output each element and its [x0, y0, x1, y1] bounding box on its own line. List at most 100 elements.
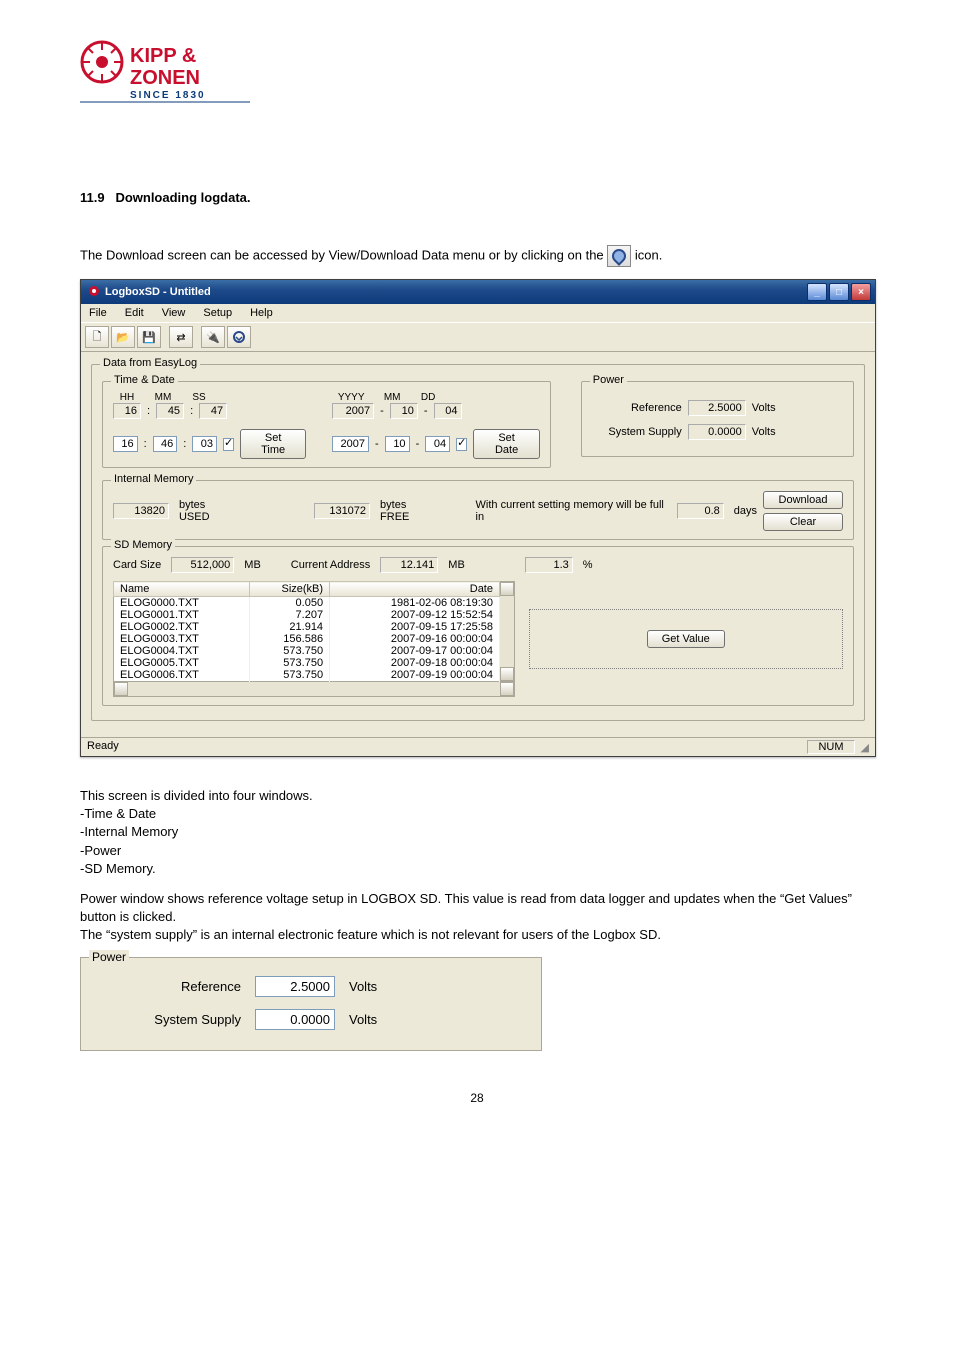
- bytes-used-value: 13820: [113, 503, 169, 519]
- mb-label-1: MB: [244, 559, 261, 571]
- intro-paragraph: The Download screen can be accessed by V…: [80, 245, 874, 267]
- label-hh: HH: [115, 392, 139, 403]
- hh-input[interactable]: 16: [113, 436, 138, 452]
- window-title: LogboxSD - Untitled: [105, 286, 211, 298]
- volts-label-2: Volts: [752, 426, 776, 438]
- file-table-hscroll[interactable]: [113, 682, 515, 697]
- date-sync-checkbox[interactable]: [456, 438, 467, 451]
- yyyy-input[interactable]: 2007: [332, 436, 369, 452]
- reference-value-2: 2.5000: [255, 976, 335, 997]
- menu-setup[interactable]: Setup: [199, 306, 236, 320]
- resize-grip-icon[interactable]: ◢: [861, 741, 869, 754]
- internal-memory-group: Internal Memory 13820 bytes USED 131072 …: [102, 480, 854, 540]
- logboxsd-window: LogboxSD - Untitled _ □ × File Edit View…: [80, 279, 876, 757]
- page-number: 28: [80, 1091, 874, 1105]
- bullet-power: -Power: [80, 842, 874, 860]
- scroll-up-icon[interactable]: [500, 582, 514, 596]
- table-row: ELOG0006.TXT573.7502007-09-19 00:00:04: [114, 669, 500, 682]
- save-icon[interactable]: 💾: [137, 326, 161, 348]
- minimize-button[interactable]: _: [807, 283, 827, 301]
- svg-text:SINCE 1830: SINCE 1830: [130, 90, 206, 101]
- data-from-easylog-group: Data from EasyLog Time & Date HH MM SS: [91, 364, 865, 721]
- get-value-button[interactable]: Get Value: [647, 630, 725, 648]
- section-heading: 11.9 Downloading logdata.: [80, 190, 874, 205]
- set-date-button[interactable]: Set Date: [473, 429, 539, 459]
- data-from-easylog-legend: Data from EasyLog: [100, 357, 200, 369]
- file-table-vscroll[interactable]: [500, 581, 515, 682]
- file-table[interactable]: Name Size(kB) Date ELOG0000.TXT0.0501981…: [113, 581, 500, 682]
- dd-readonly: 04: [434, 403, 462, 419]
- hh-readonly: 16: [113, 403, 141, 419]
- label-month: MM: [380, 392, 404, 403]
- days-value: 0.8: [677, 503, 723, 519]
- kipp-zonen-logo: KIPP & ZONEN SINCE 1830: [80, 40, 874, 110]
- section-title-text: Downloading logdata.: [115, 190, 250, 205]
- status-ready: Ready: [87, 740, 119, 754]
- section-number: 11.9: [80, 190, 105, 205]
- app-icon: [87, 284, 101, 301]
- menu-bar: File Edit View Setup Help: [81, 304, 875, 323]
- mon-input[interactable]: 10: [385, 436, 410, 452]
- menu-file[interactable]: File: [85, 306, 111, 320]
- current-address-value: 12.141: [380, 557, 438, 573]
- narrative-block: This screen is divided into four windows…: [80, 787, 874, 878]
- clear-button[interactable]: Clear: [763, 513, 843, 531]
- table-row: ELOG0002.TXT21.9142007-09-15 17:25:58: [114, 621, 500, 633]
- new-icon[interactable]: 🗋: [85, 326, 109, 348]
- menu-edit[interactable]: Edit: [121, 306, 148, 320]
- reference-label: Reference: [592, 402, 682, 414]
- mb-label-2: MB: [448, 559, 465, 571]
- connect-icon[interactable]: 🔌: [201, 326, 225, 348]
- table-row: ELOG0003.TXT156.5862007-09-16 00:00:04: [114, 633, 500, 645]
- col-date[interactable]: Date: [330, 582, 500, 597]
- svg-text:ZONEN: ZONEN: [130, 67, 200, 89]
- yyyy-readonly: 2007: [332, 403, 374, 419]
- dd-input[interactable]: 04: [425, 436, 450, 452]
- bullet-time-date: -Time & Date: [80, 805, 874, 823]
- reference-label-2: Reference: [131, 979, 241, 994]
- time-date-group: Time & Date HH MM SS 16 : 45 :: [102, 381, 551, 468]
- bytes-used-label: bytes USED: [179, 499, 237, 523]
- status-num: NUM: [807, 740, 854, 754]
- download-button[interactable]: Download: [763, 491, 843, 509]
- scroll-down-icon[interactable]: [500, 667, 514, 681]
- percent-value: 1.3: [525, 557, 573, 573]
- close-button[interactable]: ×: [851, 283, 871, 301]
- volts-label-4: Volts: [349, 1012, 377, 1027]
- time-sync-checkbox[interactable]: [223, 438, 234, 451]
- label-dd: DD: [416, 392, 440, 403]
- label-ss: SS: [187, 392, 211, 403]
- open-icon[interactable]: 📂: [111, 326, 135, 348]
- internal-memory-legend: Internal Memory: [111, 473, 196, 485]
- system-supply-value: 0.0000: [688, 424, 746, 440]
- bullet-internal-memory: -Internal Memory: [80, 823, 874, 841]
- maximize-button[interactable]: □: [829, 283, 849, 301]
- menu-help[interactable]: Help: [246, 306, 277, 320]
- volts-label-1: Volts: [752, 402, 776, 414]
- transfer-icon[interactable]: ⇄: [169, 326, 193, 348]
- ss-input[interactable]: 03: [192, 436, 217, 452]
- col-size[interactable]: Size(kB): [249, 582, 330, 597]
- col-name[interactable]: Name: [114, 582, 250, 597]
- mm-input[interactable]: 46: [153, 436, 178, 452]
- get-value-panel: Get Value: [529, 609, 844, 669]
- mm-readonly: 45: [156, 403, 184, 419]
- download-icon[interactable]: [227, 326, 251, 348]
- system-supply-label-2: System Supply: [131, 1012, 241, 1027]
- power-legend: Power: [590, 374, 627, 386]
- power-paragraph: Power window shows reference voltage set…: [80, 890, 874, 945]
- percent-label: %: [583, 559, 593, 571]
- volts-label-3: Volts: [349, 979, 377, 994]
- sd-memory-legend: SD Memory: [111, 539, 175, 551]
- menu-view[interactable]: View: [158, 306, 190, 320]
- bullet-sd-memory: -SD Memory.: [80, 860, 874, 878]
- toolbar: 🗋 📂 💾 ⇄ 🔌: [81, 323, 875, 352]
- label-mm: MM: [151, 392, 175, 403]
- narrative-line1: This screen is divided into four windows…: [80, 787, 874, 805]
- label-yyyy: YYYY: [334, 392, 368, 403]
- current-address-label: Current Address: [291, 559, 370, 571]
- status-bar: Ready NUM ◢: [81, 737, 875, 756]
- bytes-free-value: 131072: [314, 503, 370, 519]
- set-time-button[interactable]: Set Time: [240, 429, 306, 459]
- ss-readonly: 47: [199, 403, 227, 419]
